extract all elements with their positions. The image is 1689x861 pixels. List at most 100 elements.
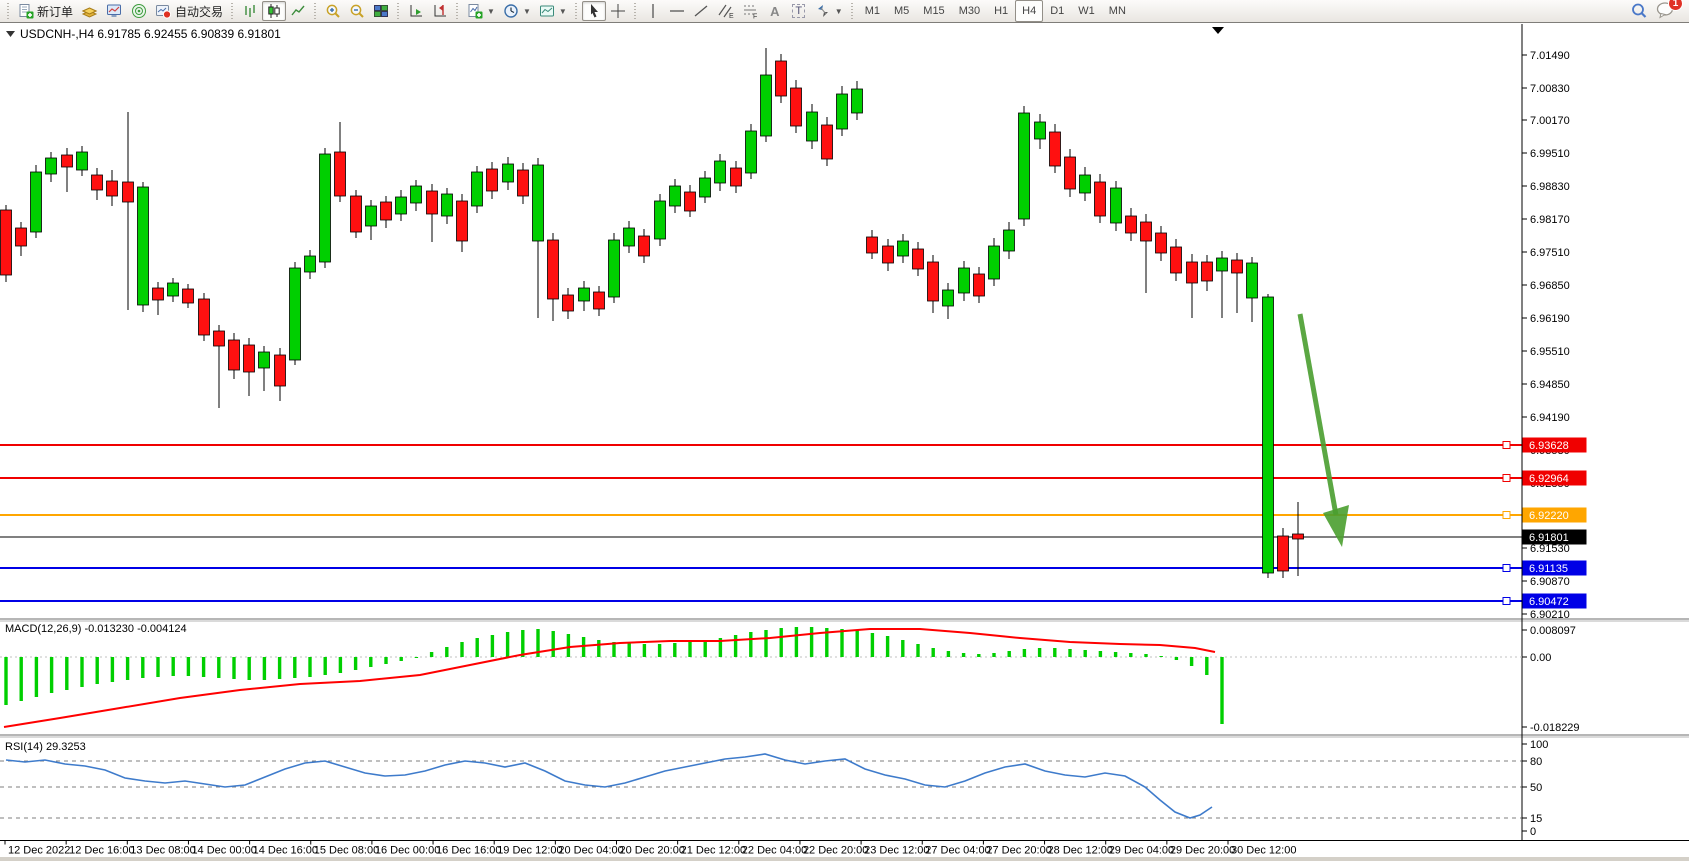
channel-button[interactable]: E [713,1,738,21]
macd-bar [1144,654,1147,657]
candle-body [548,240,559,299]
macd-bar [339,657,342,673]
candle-body [533,165,544,241]
toolbar-grip[interactable] [5,3,12,19]
auto-trading-button[interactable]: 自动交易 [151,1,227,21]
gold-market-icon [81,3,98,19]
cursor-button[interactable] [582,1,606,21]
toolbar-grip[interactable] [849,3,856,19]
price-line-label[interactable]: 6.90472 [1523,594,1587,609]
price-line-label[interactable]: 6.92220 [1523,508,1587,523]
line-handle[interactable] [1503,598,1510,605]
macd-bar [810,627,813,657]
timeframe-button-m30[interactable]: M30 [952,0,987,22]
trendline-button[interactable] [689,1,713,21]
chart-window[interactable]: 7.014907.008307.001706.995106.988306.981… [0,23,1689,861]
macd-bar [1175,657,1178,660]
horizontal-line-button[interactable] [665,1,689,21]
timeframe-button-w1[interactable]: W1 [1071,0,1102,22]
line-handle[interactable] [1503,565,1510,572]
candle-body [609,240,620,297]
macd-bar [916,644,919,657]
arrows-button[interactable]: ▼ [811,1,847,21]
chart-canvas[interactable]: 7.014907.008307.001706.995106.988306.981… [0,23,1689,861]
price-line-label[interactable]: 6.93628 [1523,438,1587,453]
toolbar-grip[interactable] [229,3,236,19]
line-handle[interactable] [1503,442,1510,449]
timeframe-button-h1[interactable]: H1 [987,0,1015,22]
macd-bar [248,657,251,680]
time-tick-label: 16 Dec 00:00 [375,845,440,857]
crosshair-button[interactable] [606,1,630,21]
svg-text:6.92220: 6.92220 [1529,510,1569,522]
chart-title: USDCNH-,H4 6.91785 6.92455 6.90839 6.918… [20,27,281,41]
line-handle[interactable] [1503,475,1510,482]
macd-bar [1220,657,1223,724]
periods-button[interactable]: ▼ [499,1,535,21]
candlestick-chart-button[interactable] [262,1,286,21]
label-button[interactable]: T [787,1,811,21]
price-tick-label: 6.96850 [1530,280,1570,292]
community-button[interactable] [102,1,127,21]
candle-body [837,94,848,129]
timeframe-button-d1[interactable]: D1 [1043,0,1071,22]
tile-windows-button[interactable] [369,1,393,21]
rsi-indicator-label: RSI(14) 29.3253 [5,741,86,753]
bar-chart-button[interactable] [238,1,262,21]
fibonacci-icon: F [742,3,759,19]
text-button[interactable]: A [763,1,787,21]
price-line-label[interactable]: 6.92964 [1523,471,1587,486]
templates-button[interactable]: ▼ [535,1,571,21]
candle-body [1095,182,1106,216]
search-icon[interactable] [1630,2,1648,20]
timeframe-button-m1[interactable]: M1 [858,0,887,22]
zoom-in-button[interactable] [321,1,345,21]
toolbar-grip[interactable] [312,3,319,19]
auto-scroll-button[interactable] [404,1,428,21]
candle-body [427,191,438,214]
line-handle[interactable] [1503,512,1510,519]
macd-bar [658,644,661,657]
macd-bar [749,632,752,657]
indicators-button[interactable]: ▼ [463,1,499,21]
macd-bar [521,630,524,657]
candle-body [168,283,179,296]
chart-shift-button[interactable] [428,1,452,21]
vertical-line-button[interactable] [641,1,665,21]
candle-body [472,172,483,206]
timeframe-button-m5[interactable]: M5 [887,0,916,22]
svg-text:6.91801: 6.91801 [1529,532,1569,544]
clock-icon [503,3,519,19]
time-tick-label: 12 Dec 2022 [8,845,70,857]
auto-trading-label: 自动交易 [175,3,223,20]
macd-bar [597,640,600,657]
candle-body [487,169,498,191]
price-line-label[interactable]: 6.91135 [1523,561,1587,576]
toolbar-grip[interactable] [454,3,461,19]
market-button[interactable] [77,1,102,21]
macd-bar [673,643,676,657]
timeframe-button-h4[interactable]: H4 [1015,0,1043,22]
price-line-label[interactable]: 6.91801 [1523,530,1587,545]
signals-button[interactable] [127,1,151,21]
new-order-button[interactable]: 新订单 [14,1,77,21]
timeframe-button-m15[interactable]: M15 [916,0,951,22]
candle-body [1080,175,1091,193]
toolbar-grip[interactable] [395,3,402,19]
toolbar-grip[interactable] [632,3,639,19]
notifications-button[interactable]: 1 [1656,1,1676,22]
candle-body [1156,233,1167,253]
fibonacci-button[interactable]: F [738,1,763,21]
macd-bar [187,657,190,676]
time-tick-label: 19 Dec 12:00 [497,845,562,857]
candle-body [320,154,331,262]
line-chart-button[interactable] [286,1,310,21]
macd-bar [734,635,737,657]
candle-body [290,268,301,360]
zoom-out-button[interactable] [345,1,369,21]
timeframe-button-mn[interactable]: MN [1102,0,1133,22]
toolbar-grip[interactable] [573,3,580,19]
macd-bar [1068,649,1071,657]
macd-bar [278,657,281,679]
macd-bar [476,638,479,657]
